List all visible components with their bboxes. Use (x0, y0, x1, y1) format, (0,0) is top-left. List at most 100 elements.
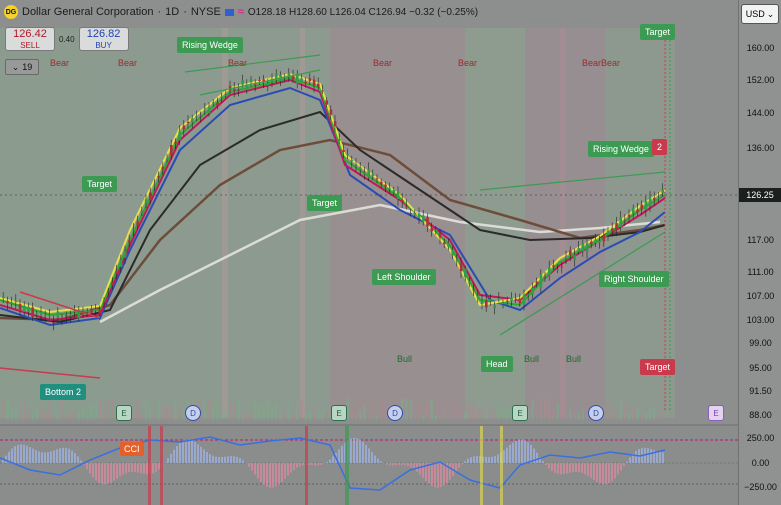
candle (543, 277, 547, 279)
cci-bar (557, 463, 559, 474)
right-shoulder-label[interactable]: Right Shoulder (599, 271, 669, 287)
volume-bar (451, 399, 454, 420)
target-label[interactable]: Target (307, 195, 343, 211)
candle (556, 269, 559, 271)
dividend-icon[interactable]: D (185, 405, 201, 421)
candle (564, 257, 568, 259)
target-label[interactable]: Target (640, 359, 676, 375)
cci-bar (194, 442, 196, 463)
candle (170, 144, 173, 156)
volume-bar (615, 407, 618, 420)
wave-icon[interactable]: ≈ (238, 6, 244, 18)
volume-bar (447, 415, 450, 420)
candle (493, 304, 496, 308)
candle (2, 296, 5, 298)
volume-bar (10, 408, 13, 420)
cci-bar (272, 463, 274, 488)
volume-bar (543, 399, 547, 420)
axis-tick: 95.00 (749, 363, 772, 373)
candle (308, 78, 312, 82)
cci-bar (386, 463, 388, 465)
volume-bar (321, 410, 324, 420)
volume-bar (506, 409, 509, 420)
cci-bar (269, 463, 271, 488)
volume-bar (69, 413, 72, 420)
candle (560, 266, 564, 268)
cci-bar (179, 442, 181, 463)
cci-bar (650, 449, 652, 463)
bottom-2-label[interactable]: Bottom 2 (40, 384, 87, 400)
volume-bar (443, 401, 446, 420)
candle (401, 199, 404, 202)
volume-bar (39, 405, 43, 420)
volume-bar (102, 404, 106, 420)
candle (510, 297, 513, 301)
volume-bar (472, 402, 475, 420)
price-chart[interactable] (0, 0, 738, 505)
buy-button[interactable]: 126.82 BUY (78, 27, 129, 51)
cci-bar (119, 463, 121, 477)
candle (212, 102, 215, 104)
rising-wedge-label[interactable]: Rising Wedge (177, 37, 243, 53)
cci-bar (311, 463, 313, 466)
candle (346, 154, 349, 156)
volume-bar (606, 401, 610, 420)
volume-bar (262, 404, 265, 420)
target-label[interactable]: Target (82, 176, 118, 192)
sell-button[interactable]: 126.42 SELL (5, 27, 55, 51)
cci-label: CCI (120, 442, 144, 456)
candle (539, 274, 543, 289)
cci-bar (134, 463, 136, 473)
cci-bar (542, 461, 544, 463)
volume-bar (249, 413, 253, 420)
flag-icon[interactable] (224, 8, 234, 16)
volume-bar (438, 412, 442, 420)
symbol-name: Dollar General Corporation (22, 6, 154, 18)
candle (195, 115, 198, 117)
candle (203, 107, 207, 109)
volume-bar (560, 400, 564, 420)
cci-bar (308, 463, 310, 466)
currency-selector[interactable]: USD ⌄ (741, 4, 779, 24)
volume-bar (60, 398, 64, 420)
volume-bar (325, 412, 328, 420)
rising-wedge-label[interactable]: Rising Wedge (588, 141, 654, 157)
cci-bar (167, 458, 169, 463)
cci-bar (374, 455, 376, 463)
target-label[interactable]: Target (640, 24, 676, 40)
earnings-icon[interactable]: E (512, 405, 528, 421)
left-shoulder-label[interactable]: Left Shoulder (372, 269, 436, 285)
head-label[interactable]: Head (481, 356, 513, 372)
cci-bar (224, 456, 226, 463)
earnings-icon[interactable]: E (116, 405, 132, 421)
candle (409, 212, 412, 214)
dividend-icon[interactable]: D (588, 405, 604, 421)
cci-bar (293, 463, 295, 470)
dividend-icon[interactable]: D (387, 405, 403, 421)
volume-bar (657, 413, 660, 420)
cci-bar (461, 463, 463, 465)
candle (329, 109, 333, 115)
cci-bar (86, 463, 88, 470)
cci-bar (434, 463, 436, 488)
cci-bar (11, 448, 13, 463)
cci-bar (122, 463, 124, 475)
cci-bar (578, 463, 580, 473)
candle (476, 295, 480, 298)
volume-bar (136, 400, 139, 420)
earnings-icon[interactable]: E (708, 405, 724, 421)
earnings-icon[interactable]: E (331, 405, 347, 421)
candle (312, 79, 316, 86)
cci-bar (56, 449, 58, 463)
cci-bar (104, 463, 106, 485)
price-axis[interactable]: 160.00 152.00 144.00 136.00 117.00 111.0… (738, 0, 781, 505)
volume-bar (564, 414, 568, 420)
cci-bar (53, 450, 55, 463)
candle (606, 230, 610, 235)
volume-bar (312, 405, 316, 420)
indicators-toggle[interactable]: ⌄ 19 (5, 59, 39, 75)
cci-bar (278, 463, 280, 485)
volume-bar (375, 414, 379, 420)
symbol-header[interactable]: DG Dollar General Corporation · 1D · NYS… (4, 4, 478, 20)
volume-bar (644, 413, 648, 420)
